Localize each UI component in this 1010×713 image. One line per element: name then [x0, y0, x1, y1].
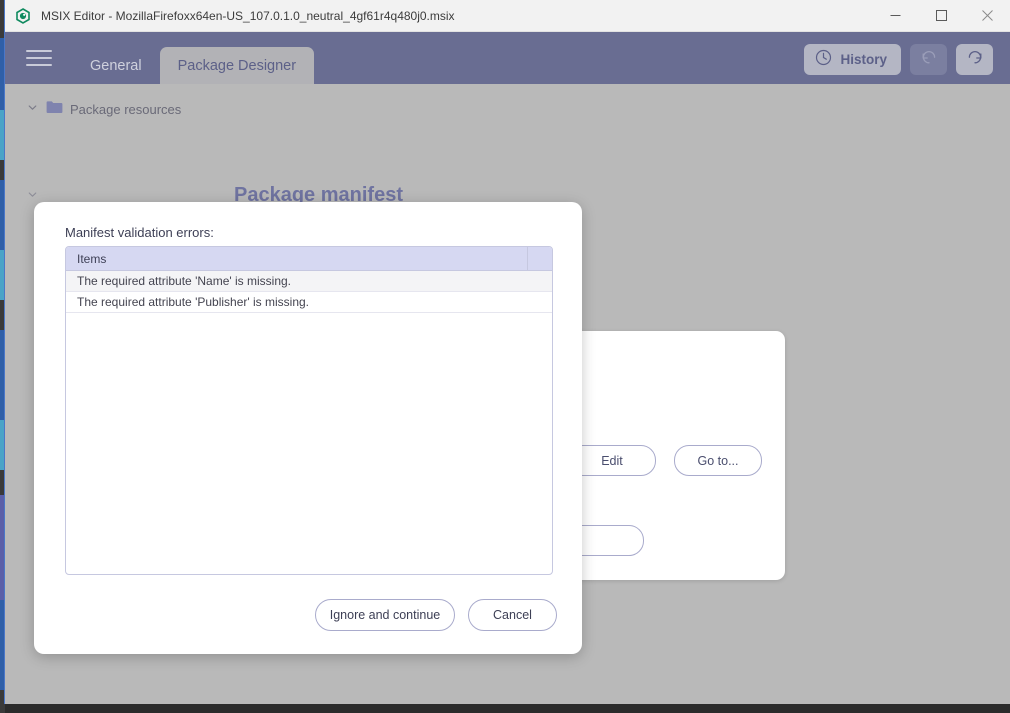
undo-button[interactable]	[910, 44, 947, 75]
window-title: MSIX Editor - MozillaFirefoxx64en-US_107…	[41, 8, 455, 23]
package-tree: Package resources	[5, 84, 215, 207]
app-header-bar: General Package Designer History	[5, 32, 1010, 84]
window-controls	[872, 0, 1010, 32]
redo-button[interactable]	[956, 44, 993, 75]
msix-editor-logo-icon	[15, 7, 31, 24]
maximize-button[interactable]	[918, 0, 964, 32]
close-button[interactable]	[964, 0, 1010, 32]
ignore-and-continue-button[interactable]: Ignore and continue	[315, 599, 455, 631]
history-button[interactable]: History	[804, 44, 901, 75]
hamburger-menu-icon[interactable]	[26, 45, 52, 71]
header-actions: History	[804, 44, 1010, 84]
clock-icon	[815, 49, 832, 71]
chevron-down-icon[interactable]	[27, 100, 39, 118]
content-area: Package resources Package manifest nform…	[5, 84, 1010, 704]
table-row[interactable]: The required attribute 'Name' is missing…	[66, 271, 552, 292]
cancel-button[interactable]: Cancel	[468, 599, 557, 631]
column-header-items[interactable]: Items	[66, 247, 528, 270]
manifest-validation-dialog: Manifest validation errors: Items The re…	[34, 202, 582, 654]
tab-strip: General Package Designer	[72, 32, 315, 84]
folder-icon	[46, 100, 63, 119]
column-header-spacer[interactable]	[528, 247, 552, 270]
application-window: MSIX Editor - MozillaFirefoxx64en-US_107…	[4, 0, 1010, 704]
chevron-down-icon[interactable]	[27, 187, 39, 205]
sidebar-item-package-resources[interactable]: Package resources	[5, 98, 215, 120]
tab-package-designer[interactable]: Package Designer	[159, 47, 315, 84]
title-bar: MSIX Editor - MozillaFirefoxx64en-US_107…	[5, 0, 1010, 32]
list-header-row: Items	[66, 247, 552, 271]
redo-arrow-icon	[966, 48, 984, 71]
undo-arrow-icon	[920, 48, 938, 71]
dialog-label: Manifest validation errors:	[65, 225, 214, 240]
minimize-button[interactable]	[872, 0, 918, 32]
go-to-button[interactable]: Go to...	[674, 445, 762, 476]
table-row[interactable]: The required attribute 'Publisher' is mi…	[66, 292, 552, 313]
validation-errors-list: Items The required attribute 'Name' is m…	[65, 246, 553, 575]
history-button-label: History	[840, 52, 887, 67]
sidebar-item-label: Package resources	[70, 101, 182, 117]
tab-general[interactable]: General	[72, 48, 160, 84]
